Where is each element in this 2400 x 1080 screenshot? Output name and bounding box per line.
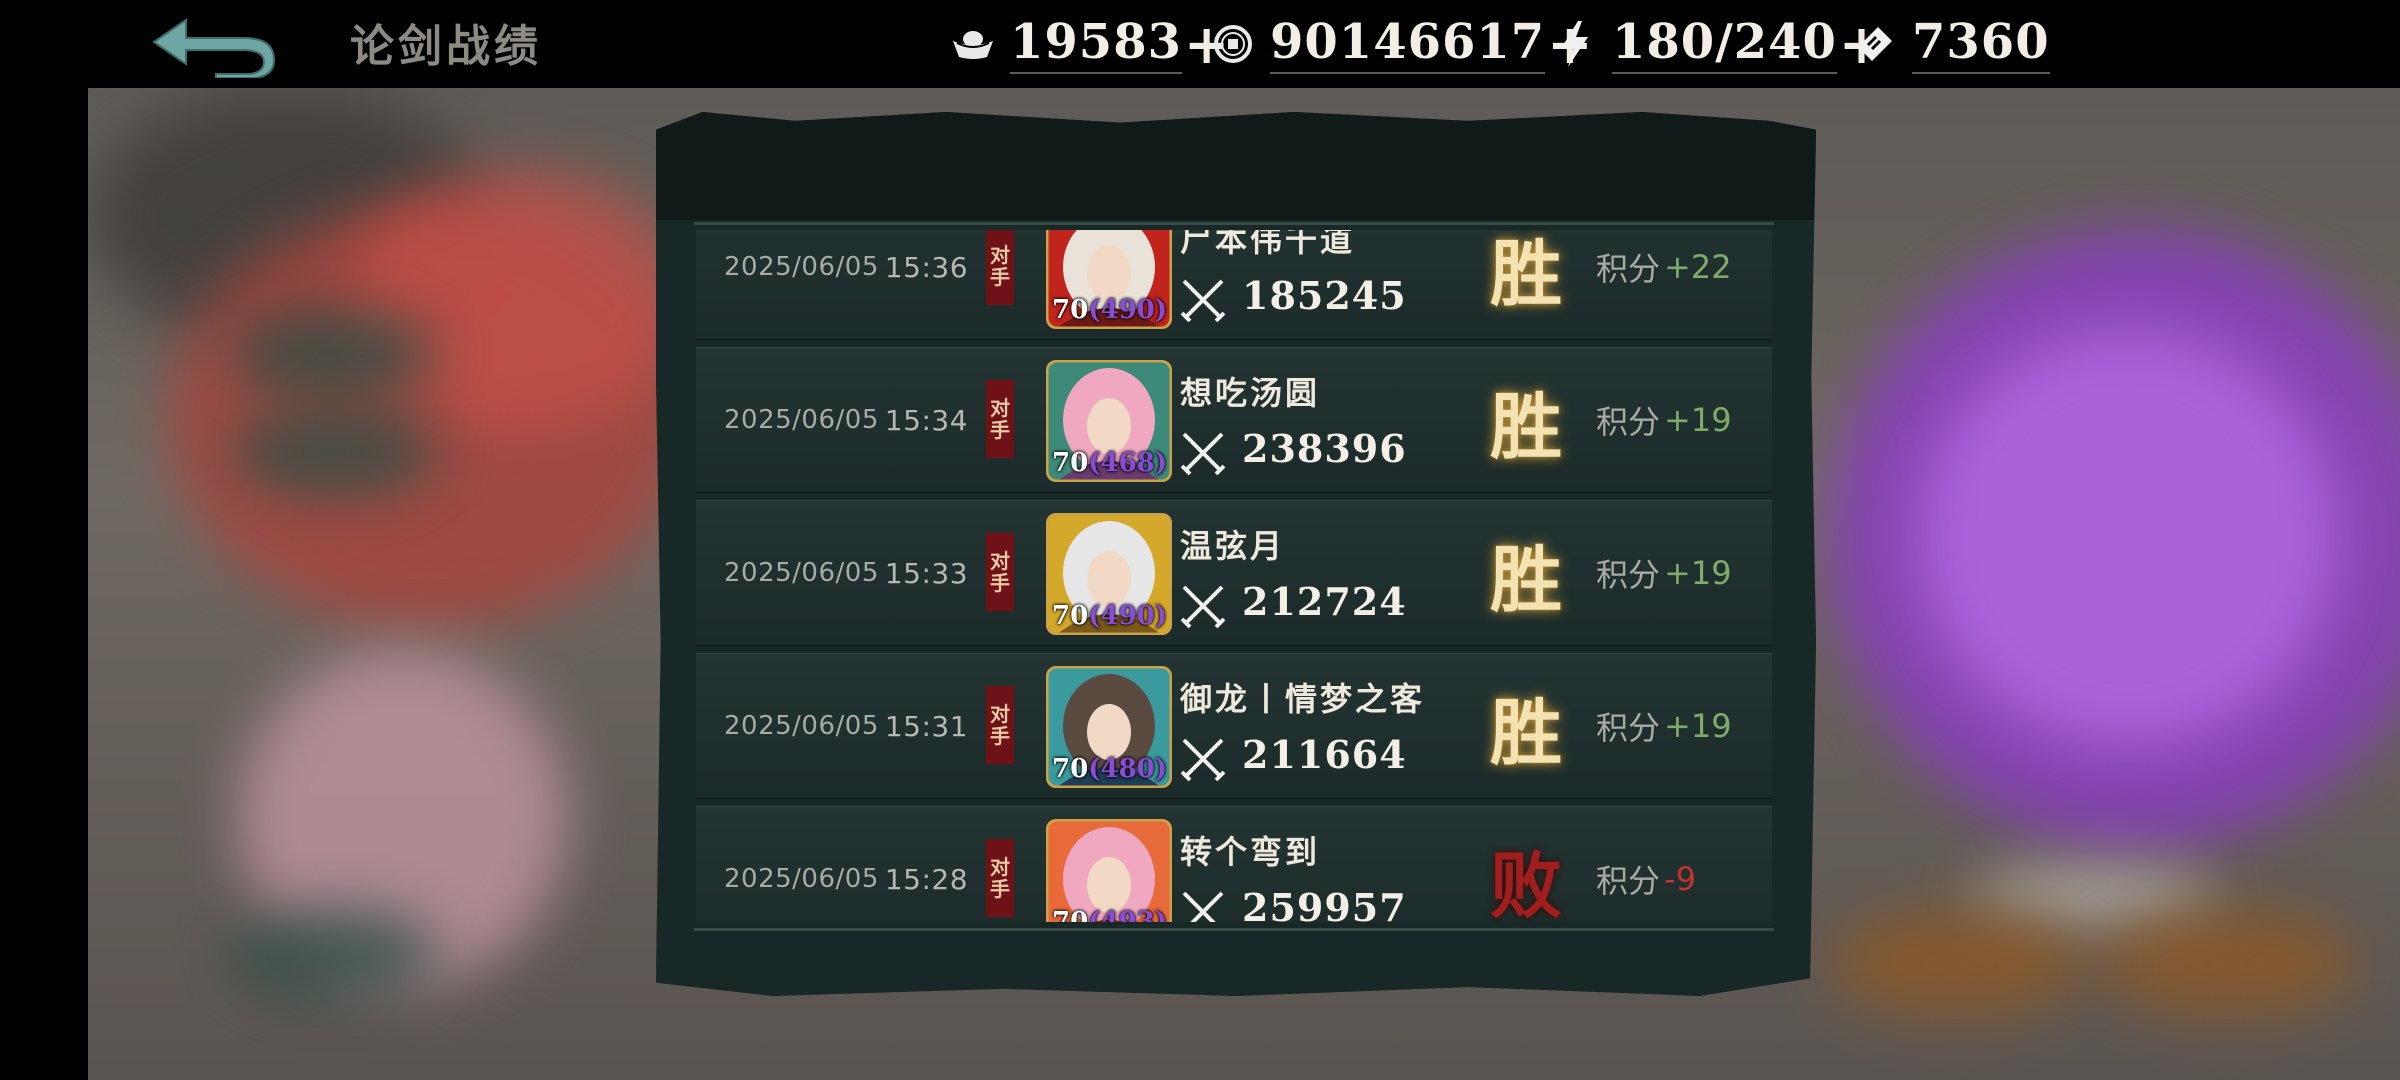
score-change: 积分 +19 (1596, 654, 1732, 798)
back-button[interactable] (146, 12, 276, 79)
record-datetime: 2025/06/05 15:33 (724, 501, 968, 645)
battle-record-panel: 2025/06/05 15:36 对手 70(490) 尸本伟千道 185245… (656, 112, 1816, 996)
opponent-name: 御龙丨情梦之客 (1180, 680, 1426, 718)
resource-coin: 90146617 + (1210, 12, 1592, 76)
score-label: 积分 (1596, 556, 1661, 594)
score-delta: +19 (1664, 554, 1732, 592)
score-label: 积分 (1596, 250, 1661, 288)
combat-power: 238396 (1242, 426, 1407, 471)
resource-value: 90146617 (1270, 14, 1546, 74)
crossed-swords-icon (1180, 585, 1226, 629)
top-bar: 论剑战绩 19583 + 90146617 + 180/240 + 7360 (0, 0, 2400, 88)
score-change: 积分 +19 (1596, 501, 1732, 645)
battle-result: 胜 (1489, 689, 1562, 775)
battle-result: 胜 (1489, 536, 1562, 622)
copper-coin-icon (1210, 21, 1256, 67)
opponent-tag: 对手 (986, 533, 1014, 611)
opponent-name: 尸本伟千道 (1180, 230, 1356, 259)
score-label: 积分 (1596, 709, 1661, 747)
battle-result: 败 (1489, 842, 1562, 923)
page-title: 论剑战绩 (350, 21, 542, 72)
opponent-level: 70(493) (1052, 907, 1168, 922)
opponent-avatar[interactable]: 70(490) (1046, 230, 1172, 329)
record-row: 2025/06/05 15:33 对手 70(490) 温弦月 212724 胜… (696, 500, 1772, 646)
opponent-level: 70(468) (1052, 448, 1168, 478)
opponent-avatar[interactable]: 70(480) (1046, 666, 1172, 788)
record-datetime: 2025/06/05 15:36 (724, 230, 968, 339)
resource-value: 180/240 (1612, 14, 1837, 74)
opponent-tag: 对手 (986, 380, 1014, 458)
crossed-swords-icon (1180, 738, 1226, 782)
score-label: 积分 (1596, 403, 1661, 441)
opponent-avatar[interactable]: 70(468) (1046, 360, 1172, 482)
opponent-avatar[interactable]: 70(493) (1046, 819, 1172, 922)
back-arrow-icon (152, 18, 276, 79)
score-delta: -9 (1664, 860, 1696, 898)
record-time: 15:31 (884, 709, 969, 743)
score-change: 积分 +19 (1596, 348, 1732, 492)
record-date: 2025/06/05 (724, 252, 879, 282)
resource-value: 7360 (1912, 14, 2050, 74)
resource-value: 19583 (1010, 14, 1182, 74)
opponent-level: 70(480) (1052, 754, 1168, 784)
crossed-swords-icon (1180, 432, 1226, 476)
resource-ticket: 7360 (1852, 14, 2050, 74)
score-label: 积分 (1596, 862, 1661, 900)
panel-header (656, 112, 1816, 220)
crossed-swords-icon (1182, 891, 1224, 922)
record-time: 15:28 (884, 862, 969, 896)
score-delta: +19 (1664, 401, 1732, 439)
score-change: 积分 +22 (1596, 230, 1732, 339)
record-row: 2025/06/05 15:28 对手 70(493) 转个弯到 259957 … (696, 806, 1772, 922)
battle-result: 胜 (1489, 383, 1562, 469)
score-delta: +22 (1664, 248, 1732, 286)
opponent-name: 转个弯到 (1180, 833, 1321, 871)
battle-result: 胜 (1489, 230, 1562, 316)
resource-energy: 180/240 + (1552, 12, 1884, 76)
record-time: 15:33 (884, 556, 969, 590)
combat-power: 259957 (1242, 885, 1407, 922)
divider (694, 928, 1774, 931)
divider (694, 222, 1774, 225)
record-row: 2025/06/05 15:31 对手 70(480) 御龙丨情梦之客 2116… (696, 653, 1772, 799)
record-time: 15:34 (884, 403, 969, 437)
opponent-level: 70(490) (1052, 295, 1168, 325)
record-time: 15:36 (884, 250, 969, 284)
opponent-name: 想吃汤圆 (1180, 374, 1321, 412)
silver-ingot-icon (950, 21, 996, 67)
record-date: 2025/06/05 (724, 405, 879, 435)
opponent-tag: 对手 (986, 839, 1014, 917)
record-date: 2025/06/05 (724, 558, 879, 588)
opponent-name: 温弦月 (1180, 527, 1286, 565)
record-row: 2025/06/05 15:34 对手 70(468) 想吃汤圆 238396 … (696, 347, 1772, 493)
record-datetime: 2025/06/05 15:34 (724, 348, 968, 492)
record-datetime: 2025/06/05 15:28 (724, 807, 968, 922)
record-datetime: 2025/06/05 15:31 (724, 654, 968, 798)
record-list[interactable]: 2025/06/05 15:36 对手 70(490) 尸本伟千道 185245… (696, 230, 1772, 922)
score-delta: +19 (1664, 707, 1732, 745)
record-date: 2025/06/05 (724, 711, 879, 741)
opponent-level: 70(490) (1052, 601, 1168, 631)
opponent-tag: 对手 (986, 230, 1014, 305)
opponent-tag: 对手 (986, 686, 1014, 764)
combat-power: 212724 (1242, 579, 1407, 624)
crossed-swords-icon (1180, 279, 1226, 323)
record-row: 2025/06/05 15:36 对手 70(490) 尸本伟千道 185245… (696, 230, 1772, 340)
record-date: 2025/06/05 (724, 864, 879, 894)
opponent-avatar[interactable]: 70(490) (1046, 513, 1172, 635)
score-change: 积分 -9 (1596, 807, 1696, 922)
combat-power: 185245 (1242, 273, 1407, 318)
lightning-icon (1552, 21, 1598, 67)
ticket-icon (1852, 21, 1898, 67)
resource-silver: 19583 + (950, 12, 1229, 76)
combat-power: 211664 (1242, 732, 1407, 777)
